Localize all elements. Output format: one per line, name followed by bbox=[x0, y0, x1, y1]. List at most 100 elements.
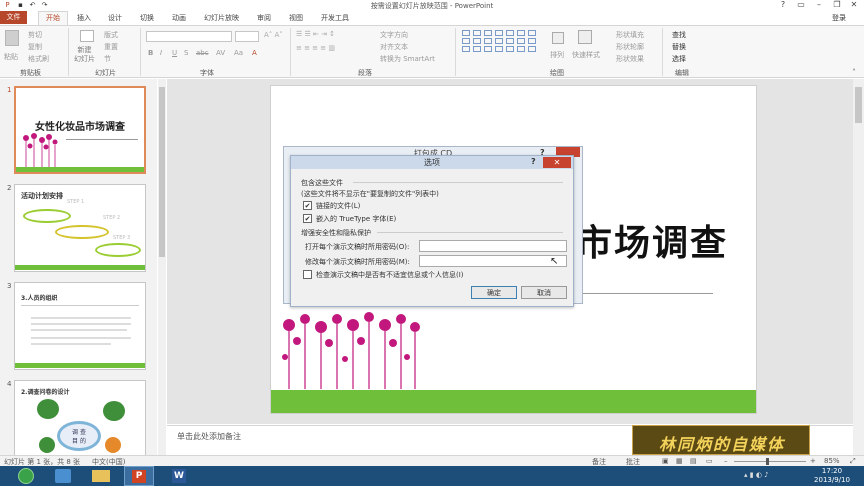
shape-icon[interactable] bbox=[506, 30, 514, 36]
normal-view-icon[interactable]: ▣ bbox=[662, 457, 669, 465]
shadow-button[interactable]: S bbox=[184, 49, 188, 57]
collapse-ribbon-icon[interactable]: ˄ bbox=[852, 68, 856, 77]
shape-icon[interactable] bbox=[517, 46, 525, 52]
text-direction-button[interactable]: 文字方向 bbox=[380, 30, 408, 40]
notes-placeholder[interactable]: 单击此处添加备注 bbox=[177, 431, 241, 442]
tray-icons[interactable]: ▴ ▮ ◐ ♪ bbox=[744, 471, 769, 479]
slide-sorter-icon[interactable]: ▦ bbox=[676, 457, 683, 465]
slideshow-view-icon[interactable]: ▭ bbox=[706, 457, 713, 465]
help-icon[interactable]: ? bbox=[775, 0, 791, 11]
tab-home[interactable]: 开始 bbox=[38, 11, 68, 25]
shape-icon[interactable] bbox=[506, 46, 514, 52]
embed-fonts-label[interactable]: 嵌入的 TrueType 字体(E) bbox=[316, 214, 396, 224]
shape-icon[interactable] bbox=[473, 30, 481, 36]
thumbnail-scrollbar[interactable] bbox=[158, 79, 166, 455]
editor-scrollbar[interactable] bbox=[853, 79, 864, 455]
list-buttons-icon[interactable]: ☰ ☰ ⇤ ⇥ ↕ bbox=[296, 30, 335, 38]
shape-icon[interactable] bbox=[495, 46, 503, 52]
quick-styles-button[interactable]: 快速样式 bbox=[572, 50, 600, 60]
tab-view[interactable]: 视图 bbox=[289, 13, 303, 23]
linked-files-checkbox[interactable]: ✔ bbox=[303, 201, 312, 210]
quick-styles-icon[interactable] bbox=[578, 30, 592, 44]
taskbar-powerpoint-item[interactable]: P bbox=[124, 466, 154, 486]
tab-transitions[interactable]: 切换 bbox=[140, 13, 154, 23]
shape-icon[interactable] bbox=[462, 46, 470, 52]
slide-thumb-1[interactable]: 女性化妆品市场调查 bbox=[14, 86, 146, 174]
word-icon[interactable]: W bbox=[172, 469, 186, 483]
shape-fill-button[interactable]: 形状填充 bbox=[616, 30, 644, 40]
cut-button[interactable]: 剪切 bbox=[28, 30, 42, 40]
shape-icon[interactable] bbox=[495, 30, 503, 36]
explorer-icon[interactable] bbox=[92, 470, 110, 482]
modify-password-input[interactable] bbox=[419, 255, 567, 267]
slide-thumb-2[interactable]: 活动计划安排 STEP 1 STEP 2 STEP 3 bbox=[14, 184, 146, 272]
font-color-button[interactable]: A bbox=[252, 49, 257, 57]
zoom-level[interactable]: 85% bbox=[824, 457, 840, 465]
help-icon[interactable]: ? bbox=[531, 157, 536, 166]
clock-date[interactable]: 2013/9/10 bbox=[812, 476, 852, 484]
tab-design[interactable]: 设计 bbox=[108, 13, 122, 23]
copy-button[interactable]: 复制 bbox=[28, 42, 42, 52]
inspect-label[interactable]: 检查演示文稿中是否有不适宜信息或个人信息(I) bbox=[316, 270, 464, 280]
paste-icon[interactable] bbox=[5, 30, 19, 46]
font-name-select[interactable] bbox=[146, 31, 232, 42]
close-icon[interactable]: ✕ bbox=[543, 157, 571, 168]
minimize-icon[interactable]: – bbox=[811, 0, 827, 11]
new-slide-button[interactable]: 新建 幻灯片 bbox=[74, 46, 95, 64]
redo-icon[interactable]: ↷ bbox=[40, 1, 49, 9]
smartart-button[interactable]: 转换为 SmartArt bbox=[380, 54, 435, 64]
ok-button[interactable]: 确定 bbox=[471, 286, 517, 299]
maximize-icon[interactable]: ❐ bbox=[829, 0, 845, 11]
shape-icon[interactable] bbox=[495, 38, 503, 44]
tab-review[interactable]: 审阅 bbox=[257, 13, 271, 23]
shapes-gallery[interactable] bbox=[462, 30, 540, 64]
shape-icon[interactable] bbox=[517, 30, 525, 36]
zoom-slider[interactable] bbox=[734, 461, 806, 462]
paste-button[interactable]: 粘贴 bbox=[4, 52, 18, 62]
zoom-in-icon[interactable]: + bbox=[810, 457, 816, 465]
tab-slideshow[interactable]: 幻灯片放映 bbox=[204, 13, 239, 23]
align-text-button[interactable]: 对齐文本 bbox=[380, 42, 408, 52]
shape-outline-button[interactable]: 形状轮廓 bbox=[616, 42, 644, 52]
find-button[interactable]: 查找 bbox=[672, 30, 686, 40]
shape-icon[interactable] bbox=[473, 46, 481, 52]
shape-icon[interactable] bbox=[462, 38, 470, 44]
ribbon-display-icon[interactable]: ▭ bbox=[793, 0, 809, 11]
arrange-icon[interactable] bbox=[552, 32, 564, 44]
shape-icon[interactable] bbox=[517, 38, 525, 44]
italic-button[interactable]: I bbox=[160, 49, 162, 57]
sign-in-link[interactable]: 登录 bbox=[832, 13, 846, 23]
underline-button[interactable]: U bbox=[172, 49, 177, 57]
save-icon[interactable]: ▪ bbox=[16, 1, 25, 9]
close-icon[interactable]: ✕ bbox=[846, 0, 862, 11]
zoom-out-icon[interactable]: – bbox=[724, 457, 728, 465]
change-case-button[interactable]: Aa bbox=[234, 49, 243, 57]
reading-view-icon[interactable]: ▤ bbox=[690, 457, 697, 465]
font-size-select[interactable] bbox=[235, 31, 259, 42]
shape-icon[interactable] bbox=[528, 30, 536, 36]
clock-time[interactable]: 17:20 bbox=[812, 467, 852, 475]
linked-files-label[interactable]: 链接的文件(L) bbox=[316, 201, 360, 211]
shape-icon[interactable] bbox=[528, 38, 536, 44]
layout-button[interactable]: 版式 bbox=[104, 30, 118, 40]
shape-icon[interactable] bbox=[484, 30, 492, 36]
tab-animations[interactable]: 动画 bbox=[172, 13, 186, 23]
select-button[interactable]: 选择 bbox=[672, 54, 686, 64]
scrollbar-thumb[interactable] bbox=[159, 87, 165, 257]
reset-button[interactable]: 重置 bbox=[104, 42, 118, 52]
slide-thumb-4[interactable]: 2.调查问卷的设计 调 查 目 的 bbox=[14, 380, 146, 455]
cancel-button[interactable]: 取消 bbox=[521, 286, 567, 299]
align-buttons-icon[interactable]: ≡ ≡ ≡ ≡ ▥ bbox=[296, 44, 335, 52]
shape-effects-button[interactable]: 形状效果 bbox=[616, 54, 644, 64]
scrollbar-thumb[interactable] bbox=[855, 87, 862, 123]
bold-button[interactable]: B bbox=[148, 49, 153, 57]
tab-file[interactable]: 文件 bbox=[0, 11, 27, 24]
char-spacing-button[interactable]: AV bbox=[216, 49, 225, 57]
arrange-button[interactable]: 排列 bbox=[550, 50, 564, 60]
strikethrough-button[interactable]: abc bbox=[196, 49, 209, 57]
slide-title-visible[interactable]: 市场调查 bbox=[576, 214, 728, 266]
undo-icon[interactable]: ↶ bbox=[28, 1, 37, 9]
start-button-icon[interactable] bbox=[18, 468, 34, 484]
format-painter-button[interactable]: 格式刷 bbox=[28, 54, 49, 64]
embed-fonts-checkbox[interactable]: ✔ bbox=[303, 214, 312, 223]
